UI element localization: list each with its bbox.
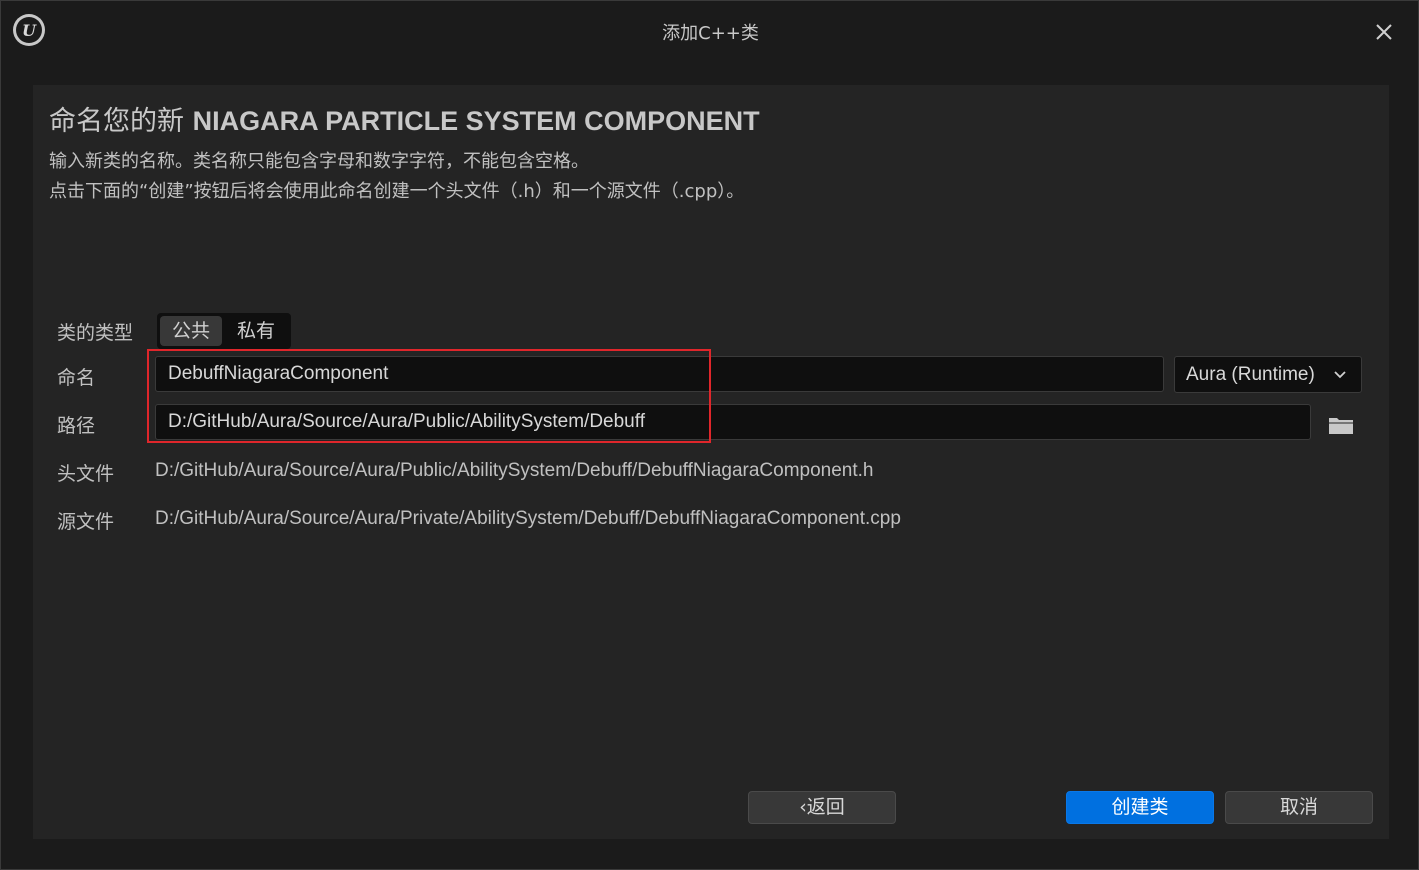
class-name-input[interactable]: DebuffNiagaraComponent xyxy=(155,356,1164,392)
folder-icon[interactable] xyxy=(1328,415,1354,435)
name-label: 命名 xyxy=(57,367,96,389)
class-type-label: 类的类型 xyxy=(57,322,134,344)
module-dropdown-value: Aura (Runtime) xyxy=(1186,364,1315,385)
create-class-button[interactable]: 创建类 xyxy=(1066,791,1214,824)
source-file-label: 源文件 xyxy=(57,511,115,533)
window-title: 添加C++类 xyxy=(662,23,759,44)
module-dropdown[interactable]: Aura (Runtime) xyxy=(1174,356,1362,393)
content-panel: 命名您的新 NIAGARA PARTICLE SYSTEM COMPONENT … xyxy=(33,85,1389,839)
description-line-2: 点击下面的“创建”按钮后将会使用此命名创建一个头文件（.h）和一个源文件（.cp… xyxy=(49,181,745,202)
heading-prefix: 命名您的新 xyxy=(49,106,184,137)
add-cpp-class-dialog: U 添加C++类 命名您的新 NIAGARA PARTICLE SYSTEM C… xyxy=(0,0,1419,870)
chevron-left-icon: ‹ xyxy=(799,796,807,818)
class-type-segmented-control: 公共 私有 xyxy=(157,313,291,349)
source-file-path: D:/GitHub/Aura/Source/Aura/Private/Abili… xyxy=(155,508,901,529)
header-file-path: D:/GitHub/Aura/Source/Aura/Public/Abilit… xyxy=(155,460,874,481)
class-type-private-option[interactable]: 私有 xyxy=(224,316,288,346)
description-line-1: 输入新类的名称。类名称只能包含字母和数字字符，不能包含空格。 xyxy=(49,151,589,172)
back-button-label: 返回 xyxy=(806,796,845,818)
class-type-public-option[interactable]: 公共 xyxy=(160,316,222,346)
close-icon[interactable] xyxy=(1371,19,1397,45)
back-button[interactable]: ‹返回 xyxy=(748,791,896,824)
path-input[interactable]: D:/GitHub/Aura/Source/Aura/Public/Abilit… xyxy=(155,404,1311,440)
chevron-down-icon xyxy=(1334,371,1346,379)
header-file-label: 头文件 xyxy=(57,463,115,485)
page-title: 命名您的新 NIAGARA PARTICLE SYSTEM COMPONENT xyxy=(49,99,760,138)
heading-class-name: NIAGARA PARTICLE SYSTEM COMPONENT xyxy=(192,106,760,136)
path-label: 路径 xyxy=(57,415,96,437)
cancel-button[interactable]: 取消 xyxy=(1225,791,1373,824)
